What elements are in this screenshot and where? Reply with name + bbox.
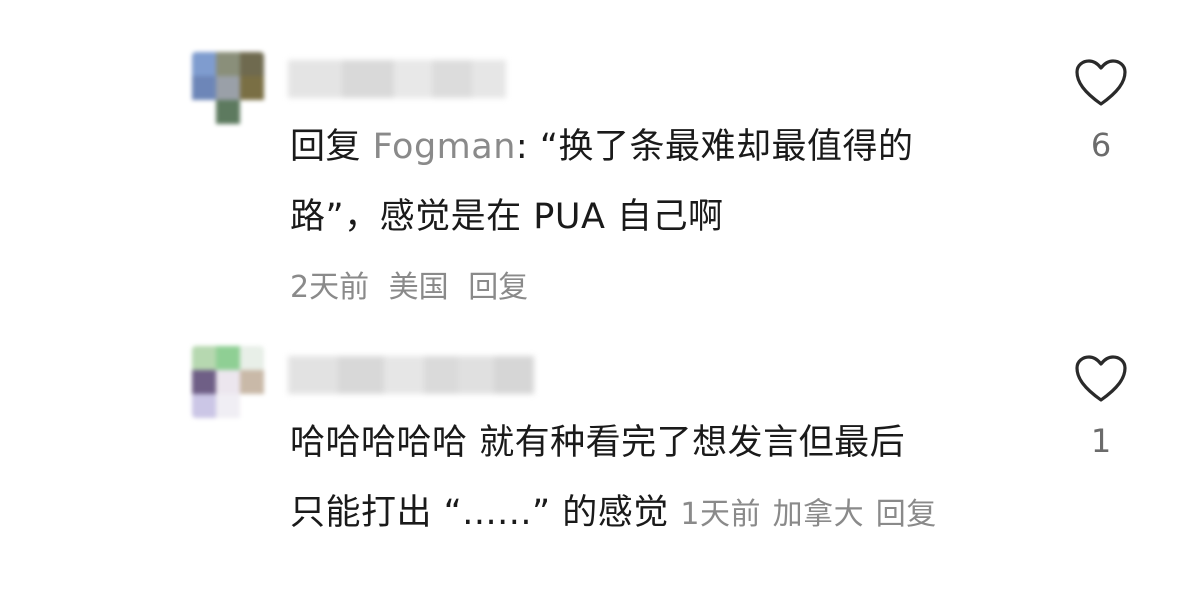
comment-meta: 2天前 美国 回复 — [290, 262, 538, 306]
comment-location: 加拿大 — [772, 497, 865, 532]
comment-text: 哈哈哈哈哈 就有种看完了想发言但最后 只能打出 “......” 的感觉 1天前… — [290, 408, 1010, 550]
heart-outline-icon[interactable] — [1074, 354, 1128, 404]
comment-text-line2: 路”，感觉是在 PUA 自己啊 — [290, 197, 724, 237]
comment-text: 回复 Fogman: “换了条最难却最值得的 路”，感觉是在 PUA 自己啊 — [290, 112, 1010, 252]
comment-text-line1: 哈哈哈哈哈 就有种看完了想发言但最后 — [290, 423, 906, 463]
reply-prefix: 回复 — [290, 127, 362, 167]
like-count: 1 — [1090, 422, 1112, 460]
like-button[interactable]: 1 — [1074, 354, 1128, 460]
like-count: 6 — [1090, 126, 1112, 164]
like-button[interactable]: 6 — [1074, 58, 1128, 164]
previous-comment-fragment — [290, 0, 301, 18]
comment-time: 1天前 — [680, 497, 762, 532]
comment-text-line2: 只能打出 “......” 的感觉 — [290, 493, 669, 533]
username-blurred[interactable] — [288, 58, 506, 100]
avatar[interactable] — [192, 52, 264, 124]
mention-link[interactable]: Fogman — [373, 127, 516, 167]
reply-button[interactable]: 回复 — [876, 497, 937, 532]
avatar[interactable] — [192, 346, 264, 418]
comment-location: 美国 — [388, 270, 449, 305]
comment-time: 2天前 — [290, 270, 370, 305]
heart-outline-icon[interactable] — [1074, 58, 1128, 108]
comment-text-line1: : “换了条最难却最值得的 — [515, 127, 914, 167]
comment-thread: 回复 Fogman: “换了条最难却最值得的 路”，感觉是在 PUA 自己啊 2… — [0, 0, 1179, 607]
username-blurred[interactable] — [288, 354, 534, 396]
reply-button[interactable]: 回复 — [468, 270, 528, 305]
